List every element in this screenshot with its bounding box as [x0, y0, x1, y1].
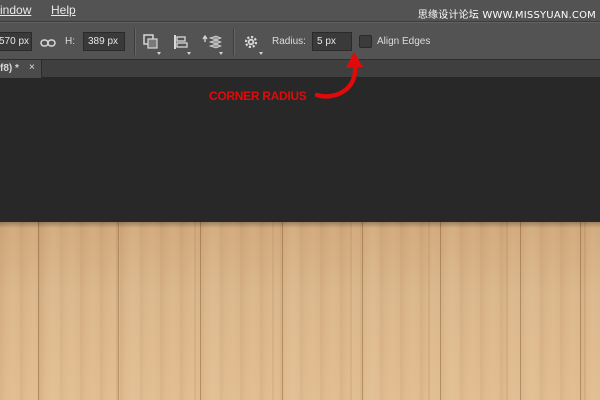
- plank-seam: [520, 222, 521, 400]
- separator: [134, 29, 135, 55]
- plank-seam: [282, 222, 283, 400]
- menu-window[interactable]: indow: [0, 3, 31, 17]
- chevron-down-icon: [219, 52, 223, 55]
- annotation-arrow-icon: [314, 52, 363, 99]
- document-tab-bar: f8) * ×: [0, 60, 600, 78]
- gear-icon[interactable]: [243, 34, 259, 55]
- document-tab-label: f8) *: [0, 63, 19, 74]
- align-edges-label: Align Edges: [377, 36, 431, 47]
- plank-seam: [118, 222, 119, 400]
- plank-seam: [580, 222, 581, 400]
- wood-texture-canvas: [0, 222, 600, 400]
- close-icon[interactable]: ×: [29, 62, 35, 73]
- separator: [233, 29, 234, 55]
- menu-help[interactable]: Help: [51, 3, 76, 17]
- watermark: 思缘设计论坛 WWW.MISSYUAN.COM: [417, 10, 596, 21]
- document-tab[interactable]: f8) * ×: [0, 60, 42, 78]
- chevron-down-icon: [187, 52, 191, 55]
- chevron-down-icon: [157, 52, 161, 55]
- height-field[interactable]: 389 px: [83, 32, 125, 51]
- plank-seam: [200, 222, 201, 400]
- height-label: H:: [65, 36, 75, 47]
- corner-radius-annotation: CORNER RADIUS: [209, 89, 307, 103]
- options-bar: 570 px H: 389 px Radius: 5 px Align Edge…: [0, 22, 600, 60]
- menu-bar: indow Help 思缘设计论坛 WWW.MISSYUAN.COM: [0, 0, 600, 22]
- radius-label: Radius:: [272, 36, 306, 47]
- menu-help-label: Help: [51, 3, 76, 17]
- menu-window-label: indow: [0, 3, 32, 17]
- plank-seam: [38, 222, 39, 400]
- plank-seam: [362, 222, 363, 400]
- plank-seam: [440, 222, 441, 400]
- width-field[interactable]: 570 px: [0, 32, 32, 51]
- chevron-down-icon: [259, 52, 263, 55]
- link-icon[interactable]: [40, 36, 56, 54]
